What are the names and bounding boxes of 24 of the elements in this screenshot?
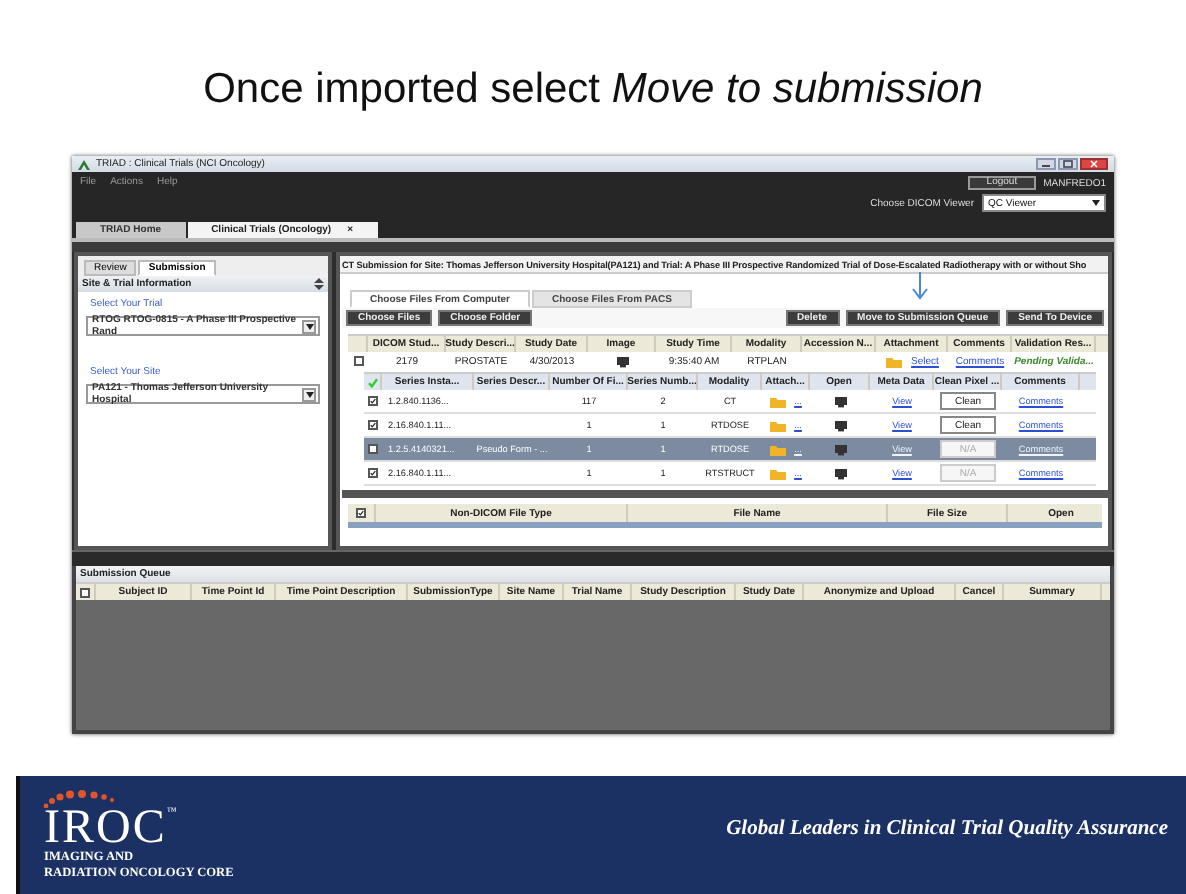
checkbox[interactable] [353, 356, 363, 366]
down-arrow [910, 272, 930, 300]
select-all-checkbox[interactable] [356, 508, 366, 518]
checkbox[interactable] [368, 444, 378, 454]
monitor-icon [833, 467, 847, 479]
checkbox[interactable] [368, 420, 378, 430]
close-icon[interactable] [1080, 158, 1108, 170]
tagline: Global Leaders in Clinical Trial Quality Assurance [726, 818, 1168, 844]
check-icon [367, 377, 377, 387]
monitor-icon [833, 443, 847, 455]
caret-icon [305, 323, 314, 329]
caret-icon [305, 391, 314, 397]
collapse-icon[interactable] [314, 278, 324, 290]
maximize-icon[interactable] [1058, 158, 1078, 170]
logo-wordmark: IROC [44, 805, 167, 849]
checkbox[interactable] [368, 396, 378, 406]
monitor-icon [833, 419, 847, 431]
checkbox[interactable] [368, 468, 378, 478]
slide-title: Once imported select Move to submission [203, 64, 983, 114]
caret-icon [1092, 200, 1100, 206]
minimize-icon[interactable] [1036, 158, 1056, 170]
monitor-icon [615, 355, 629, 367]
select-all-checkbox[interactable] [80, 587, 90, 597]
monitor-icon [833, 395, 847, 407]
